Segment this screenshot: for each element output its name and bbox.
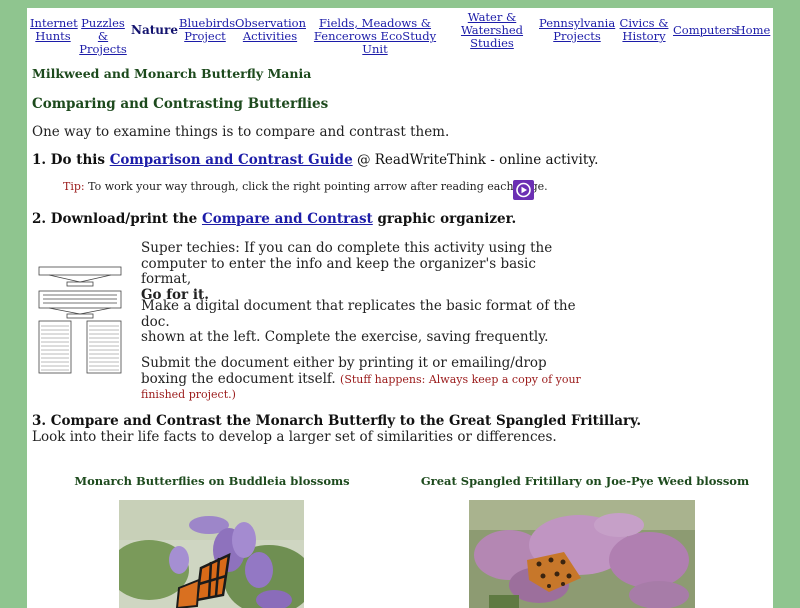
page-content: Internet Hunts Puzzles & Projects Nature… — [27, 8, 773, 608]
tip-line: Tip: To work your way through, click the… — [63, 180, 548, 193]
nav-nature[interactable]: Nature — [131, 24, 178, 37]
compare-contrast-link[interactable]: Compare and Contrast — [202, 211, 373, 227]
nav-internet-hunts[interactable]: Internet Hunts — [30, 17, 78, 43]
nav-fields-meadows[interactable]: Fields, Meadows & Fencerows EcoStudy Uni… — [307, 17, 443, 56]
fritillary-caption: Great Spangled Fritillary on Joe-Pye Wee… — [420, 474, 750, 488]
step-3-title: 3. Compare and Contrast the Monarch Butt… — [32, 413, 642, 429]
step-2: 2. Download/print the Compare and Contra… — [32, 211, 516, 227]
monarch-photo — [119, 500, 304, 608]
intro-text: One way to examine things is to compare … — [32, 124, 450, 140]
submit-paragraph: Submit the document either by printing i… — [141, 355, 581, 403]
nav-bluebirds-project[interactable]: Bluebirds Project — [179, 17, 235, 43]
nav-computers[interactable]: Computers — [673, 24, 737, 37]
play-arrow-icon-graphic — [516, 182, 531, 198]
step-3-text: Look into their life facts to develop a … — [32, 429, 557, 445]
play-arrow-icon[interactable] — [513, 180, 534, 200]
step-1-suffix: @ ReadWriteThink - online activity. — [352, 152, 599, 168]
nav-observation-activities[interactable]: Observation Activities — [235, 17, 306, 43]
tip-text: To work your way through, click the righ… — [84, 180, 548, 193]
nav-pennsylvania-projects[interactable]: Pennsylvania Projects — [539, 17, 615, 43]
fritillary-photo-image — [469, 500, 695, 608]
top-navigation: Internet Hunts Puzzles & Projects Nature… — [27, 8, 773, 56]
nav-puzzles-projects[interactable]: Puzzles & Projects — [77, 17, 129, 56]
step-1: 1. Do this Comparison and Contrast Guide… — [32, 152, 598, 168]
monarch-photo-image — [119, 500, 304, 608]
organizer-diagram — [38, 266, 122, 374]
step-2-suffix: graphic organizer. — [372, 211, 517, 227]
digital-document-paragraph: Make a digital document that replicates … — [141, 298, 581, 346]
tip-label: Tip: — [63, 180, 85, 193]
monarch-caption: Monarch Butterflies on Buddleia blossoms — [74, 474, 350, 488]
page-title: Comparing and Contrasting Butterflies — [32, 96, 329, 112]
site-title: Milkweed and Monarch Butterfly Mania — [32, 66, 312, 81]
fritillary-photo — [469, 500, 695, 608]
comparison-guide-link[interactable]: Comparison and Contrast Guide — [110, 152, 353, 168]
graphic-organizer-thumbnail[interactable] — [37, 266, 123, 374]
nav-civics-history[interactable]: Civics & History — [619, 17, 669, 43]
digital-document-text: Make a digital document that replicates … — [141, 298, 576, 330]
step-1-prefix: 1. Do this — [32, 152, 110, 168]
nav-home[interactable]: Home — [735, 24, 771, 37]
step-2-prefix: 2. Download/print the — [32, 211, 202, 227]
nav-water-watershed[interactable]: Water & Watershed Studies — [457, 11, 527, 50]
super-techies-text: Super techies: If you can do complete th… — [141, 240, 553, 287]
digital-document-text-2: shown at the left. Complete the exercise… — [141, 329, 549, 345]
super-techies-paragraph: Super techies: If you can do complete th… — [141, 240, 581, 303]
